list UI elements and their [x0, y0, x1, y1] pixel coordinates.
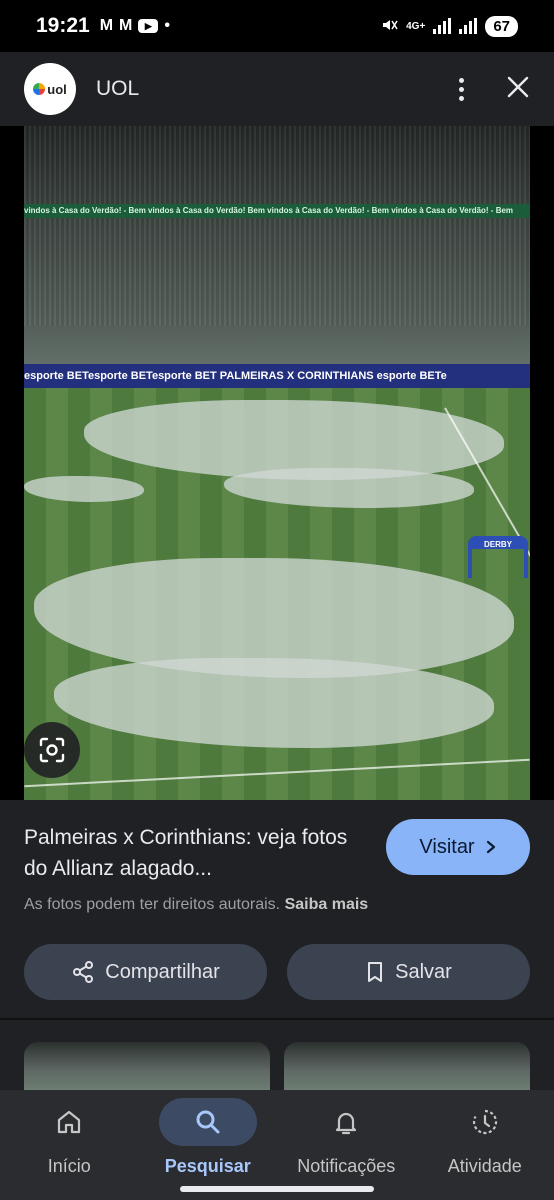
result-info-panel: Palmeiras x Corinthians: veja fotos do A… — [0, 800, 554, 1018]
save-label: Salvar — [395, 960, 452, 983]
nav-label-home: Início — [47, 1156, 91, 1176]
ad-board: esporte BETesporte BETesporte BET PALMEI… — [24, 364, 530, 388]
water-puddle — [24, 476, 144, 502]
nav-search[interactable]: Pesquisar — [139, 1098, 278, 1200]
status-right: 4G+ 67 — [380, 15, 518, 37]
derby-arch: DERBY — [468, 536, 528, 578]
logo-text: uol — [47, 81, 67, 97]
related-images — [0, 1020, 554, 1090]
uol-logo: uol — [24, 63, 76, 115]
youtube-icon: ▶ — [138, 19, 159, 33]
pitch — [24, 388, 530, 800]
stadium-photo[interactable]: vindos à Casa do Verdão! - Bem vindos à … — [24, 126, 530, 800]
bookmark-icon — [368, 962, 383, 982]
visit-label: Visitar — [419, 835, 475, 858]
derby-label: DERBY — [472, 540, 524, 549]
chevron-right-icon — [486, 840, 495, 854]
copyright-notice: As fotos podem ter direitos autorais. Sa… — [24, 896, 530, 914]
gmail-icon: M — [119, 17, 133, 34]
home-icon — [58, 1110, 81, 1134]
dot-icon: • — [164, 17, 170, 34]
status-bar: 19:21 M M ▶ • 4G+ 67 — [0, 0, 554, 52]
signal-icon — [433, 18, 452, 34]
nav-label-notifications: Notificações — [297, 1156, 396, 1176]
gmail-icon: M — [99, 17, 114, 34]
status-time: 19:21 — [36, 14, 90, 37]
app-header: uol UOL — [0, 52, 554, 126]
result-title[interactable]: Palmeiras x Corinthians: veja fotos do A… — [24, 822, 374, 884]
share-label: Compartilhar — [105, 960, 220, 983]
nav-home[interactable]: Início — [0, 1098, 139, 1200]
source-title: UOL — [96, 77, 140, 100]
nav-notifications[interactable]: Notificações — [277, 1098, 416, 1200]
logo-mark-icon — [33, 83, 46, 95]
pitch-line — [24, 758, 530, 788]
related-image-thumb[interactable] — [284, 1042, 530, 1090]
stands — [24, 126, 530, 326]
learn-more-link[interactable]: Saiba mais — [285, 896, 369, 913]
lens-search-button[interactable] — [24, 722, 80, 778]
nav-label-activity: Atividade — [447, 1156, 522, 1176]
related-image-thumb[interactable] — [24, 1042, 270, 1090]
save-button[interactable]: Salvar — [287, 944, 530, 1000]
battery-badge: 67 — [485, 15, 518, 37]
nav-label-search: Pesquisar — [164, 1156, 251, 1176]
more-options-icon[interactable] — [459, 77, 464, 101]
activity-icon — [472, 1109, 497, 1135]
notification-icons: M M ▶ • — [100, 17, 170, 35]
lens-icon — [39, 737, 65, 763]
gesture-handle[interactable] — [180, 1186, 374, 1192]
water-puddle — [54, 658, 494, 748]
visit-button[interactable]: Visitar — [386, 819, 530, 875]
signal-icon — [459, 18, 478, 34]
bell-icon — [336, 1112, 357, 1135]
rights-text: As fotos podem ter direitos autorais. — [24, 896, 281, 913]
welcome-banner: vindos à Casa do Verdão! - Bem vindos à … — [24, 204, 530, 218]
nav-activity[interactable]: Atividade — [416, 1098, 554, 1200]
share-icon — [73, 961, 94, 983]
image-preview-area: vindos à Casa do Verdão! - Bem vindos à … — [0, 126, 554, 800]
mute-icon — [380, 16, 398, 37]
network-label: 4G+ — [406, 20, 426, 32]
close-icon[interactable] — [506, 75, 530, 104]
search-icon — [196, 1110, 220, 1134]
bottom-navigation: Início Pesquisar Notificações Atividade — [0, 1090, 554, 1200]
share-button[interactable]: Compartilhar — [24, 944, 267, 1000]
water-puddle — [224, 468, 474, 508]
